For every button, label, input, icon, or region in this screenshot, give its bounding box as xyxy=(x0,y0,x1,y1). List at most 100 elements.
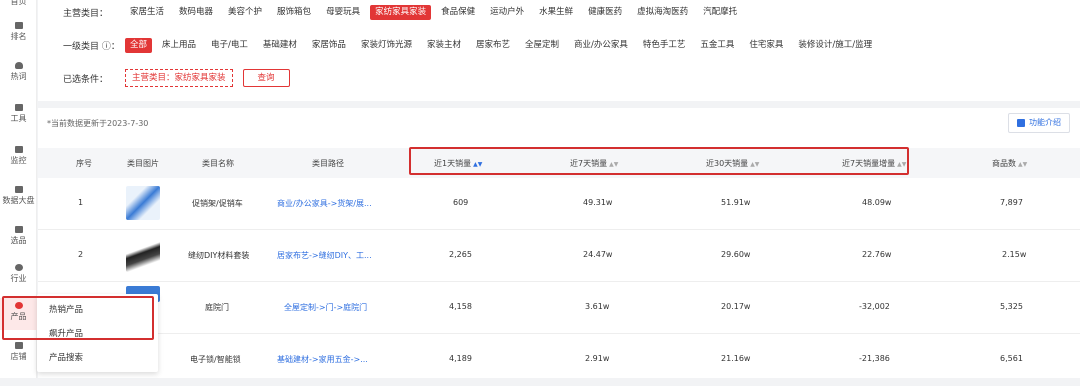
submenu-highlight xyxy=(2,296,154,340)
sidebar-item-hotwords[interactable]: 热词 xyxy=(0,62,37,82)
row-sales-7d: 3.61w xyxy=(585,302,610,311)
sidebar-item-label: 选品 xyxy=(10,236,27,245)
main-category-chip[interactable]: 水果生鲜 xyxy=(534,5,578,20)
sort-icon: ▲▼ xyxy=(1018,161,1028,168)
main-category-chip[interactable]: 食品保健 xyxy=(436,5,480,20)
row-name: 电子锁/智能锁 xyxy=(190,355,241,364)
sub-category-chip[interactable]: 特色手工艺 xyxy=(638,38,691,53)
row-path-link[interactable]: 全屋定制->门->庭院门 xyxy=(284,302,367,313)
sub-category-chip[interactable]: 家装主材 xyxy=(422,38,466,53)
row-sales-30d: 29.60w xyxy=(721,250,751,259)
sidebar-item-home[interactable]: 首页 xyxy=(0,0,37,7)
sidebar-item-dashboard[interactable]: 数据大盘 xyxy=(0,186,37,206)
row-sales-7d-inc: 22.76w xyxy=(862,250,892,259)
sidebar-item-ranking[interactable]: 排名 xyxy=(0,22,37,42)
sidebar-item-label: 数据大盘 xyxy=(2,196,35,205)
th-product-count[interactable]: 商品数 ▲▼ xyxy=(992,158,1027,169)
camera-icon xyxy=(14,146,23,153)
sidebar-item-label: 首页 xyxy=(10,0,27,6)
sub-category-chip[interactable]: 住宅家具 xyxy=(744,38,788,53)
selected-conditions-label: 已选条件： xyxy=(63,74,109,85)
sub-category-chip[interactable]: 家居饰品 xyxy=(307,38,351,53)
filter-panel: 主营类目： 家居生活 数码电器 美容个护 服饰箱包 母婴玩具 家纺家具家装 食品… xyxy=(38,0,1080,101)
feature-intro-label: 功能介绍 xyxy=(1029,118,1061,127)
main-category-chip[interactable]: 美容个护 xyxy=(223,5,267,20)
sidebar-item-label: 行业 xyxy=(10,274,27,283)
main-category-chip[interactable]: 健康医药 xyxy=(583,5,627,20)
sub-category-chip[interactable]: 装修设计/施工/监理 xyxy=(793,38,877,53)
submenu-item-product-search[interactable]: 产品搜索 xyxy=(49,351,83,363)
sub-category-chip[interactable]: 五金工具 xyxy=(695,38,739,53)
sidebar-item-store[interactable]: 店铺 xyxy=(0,342,37,362)
dashboard-icon xyxy=(14,186,23,193)
category-image xyxy=(126,186,160,220)
sidebar-item-label: 监控 xyxy=(10,156,27,165)
th-image: 类目图片 xyxy=(127,159,159,168)
row-product-count: 6,561 xyxy=(1000,354,1023,363)
sub-category-chip[interactable]: 家装灯饰光源 xyxy=(356,38,417,53)
sidebar-item-label: 店铺 xyxy=(10,352,27,361)
info-icon xyxy=(1017,119,1025,127)
table-row[interactable]: 电子锁/智能锁 基础建材->家用五金->... 4,189 2.91w 21.1… xyxy=(38,334,1080,386)
sidebar-item-tools[interactable]: 工具 xyxy=(0,104,37,124)
sub-category-chip[interactable]: 基础建材 xyxy=(258,38,302,53)
main-category-chip[interactable]: 家居生活 xyxy=(125,5,169,20)
main-category-chip[interactable]: 运动户外 xyxy=(485,5,529,20)
store-icon xyxy=(14,342,23,349)
row-sales-30d: 51.91w xyxy=(721,198,751,207)
sidebar-item-selection[interactable]: 选品 xyxy=(0,226,37,246)
row-path-link[interactable]: 商业/办公家具->货架/展... xyxy=(277,198,372,209)
row-path-link[interactable]: 基础建材->家用五金->... xyxy=(277,354,368,365)
sub-category-chip[interactable]: 电子/电工 xyxy=(206,38,253,53)
main-category-chip[interactable]: 汽配摩托 xyxy=(698,5,742,20)
row-sales-7d: 49.31w xyxy=(583,198,613,207)
query-button[interactable]: 查询 xyxy=(242,69,290,87)
th-product-count-label: 商品数 xyxy=(992,159,1016,168)
sub-category-row: 一级类目 ⓘ： 全部 床上用品 电子/电工 基础建材 家居饰品 家装灯饰光源 家… xyxy=(63,37,882,53)
th-name: 类目名称 xyxy=(202,159,234,168)
feature-intro-button[interactable]: 功能介绍 xyxy=(1008,113,1070,133)
row-sales-7d-inc: -21,386 xyxy=(859,354,890,363)
row-sales-7d-inc: 48.09w xyxy=(862,198,892,207)
row-index: 2 xyxy=(78,250,84,259)
sidebar-item-industry[interactable]: 行业 xyxy=(0,264,37,284)
main-category-chip[interactable]: 数码电器 xyxy=(174,5,218,20)
sub-category-chip[interactable]: 床上用品 xyxy=(157,38,201,53)
sub-category-chip[interactable]: 全屋定制 xyxy=(520,38,564,53)
sidebar-item-label: 热词 xyxy=(10,72,27,81)
sub-category-chip[interactable]: 商业/办公家具 xyxy=(569,38,633,53)
sub-category-label: 一级类目 ⓘ： xyxy=(63,41,120,52)
table-row[interactable]: 1 促销架/促销车 商业/办公家具->货架/展... 609 49.31w 51… xyxy=(38,178,1080,230)
sidebar-item-label: 排名 xyxy=(10,32,27,41)
row-sales-1d: 2,265 xyxy=(449,250,472,259)
selected-conditions-row: 已选条件： 主营类目：家纺家具家装 查询 xyxy=(63,68,290,88)
row-sales-7d-inc: -32,002 xyxy=(859,302,890,311)
row-sales-30d: 21.16w xyxy=(721,354,751,363)
row-name: 促销架/促销车 xyxy=(192,199,243,208)
sub-category-chip-selected[interactable]: 全部 xyxy=(125,37,153,53)
main-category-chip-selected[interactable]: 家纺家具家装 xyxy=(370,4,432,20)
selected-condition-tag[interactable]: 主营类目：家纺家具家装 xyxy=(125,69,233,87)
row-product-count: 7,897 xyxy=(1000,198,1023,207)
main-category-row: 主营类目： 家居生活 数码电器 美容个护 服饰箱包 母婴玩具 家纺家具家装 食品… xyxy=(63,4,747,20)
pie-icon xyxy=(14,264,23,271)
row-path-link[interactable]: 居家布艺->缝纫DIY、工... xyxy=(277,250,372,261)
table-row[interactable]: 庭院门 全屋定制->门->庭院门 4,158 3.61w 20.17w -32,… xyxy=(38,282,1080,334)
sidebar-item-label: 工具 xyxy=(10,114,27,123)
row-sales-1d: 609 xyxy=(453,198,469,207)
row-sales-1d: 4,189 xyxy=(449,354,472,363)
category-image xyxy=(126,238,160,272)
row-name: 缝纫DIY材料套装 xyxy=(188,251,250,260)
th-index: 序号 xyxy=(76,159,92,168)
main-category-label: 主营类目： xyxy=(63,8,109,19)
sidebar-item-monitor[interactable]: 监控 xyxy=(0,146,37,166)
sub-category-chip[interactable]: 居家布艺 xyxy=(471,38,515,53)
row-sales-7d: 24.47w xyxy=(583,250,613,259)
main-category-chip[interactable]: 虚拟海淘医药 xyxy=(632,5,693,20)
main-category-chip[interactable]: 母婴玩具 xyxy=(321,5,365,20)
table-row[interactable]: 2 缝纫DIY材料套装 居家布艺->缝纫DIY、工... 2,265 24.47… xyxy=(38,230,1080,282)
th-path: 类目路径 xyxy=(312,159,344,168)
row-sales-30d: 20.17w xyxy=(721,302,751,311)
sales-header-highlight xyxy=(409,147,909,175)
main-category-chip[interactable]: 服饰箱包 xyxy=(272,5,316,20)
